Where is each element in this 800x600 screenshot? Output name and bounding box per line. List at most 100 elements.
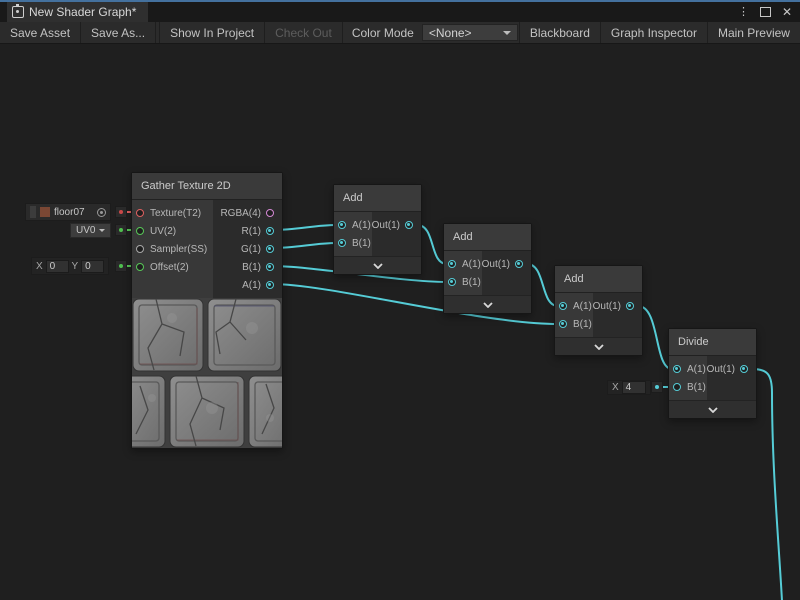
check-out-button: Check Out <box>265 22 343 43</box>
node-add-3-header[interactable]: Add <box>555 266 642 293</box>
save-as-button[interactable]: Save As... <box>81 22 156 43</box>
node-divide-collapse[interactable] <box>669 400 756 418</box>
port-add3-a-in[interactable] <box>559 302 567 310</box>
divide-b-input[interactable]: 4 <box>622 381 646 394</box>
port-g-out[interactable] <box>266 245 274 253</box>
color-mode-value: <None> <box>429 26 472 40</box>
input-row-texture: Texture(T2) <box>136 204 213 222</box>
node-add-3-title: Add <box>564 273 584 285</box>
texture-swatch <box>40 207 50 217</box>
node-add-1-collapse[interactable] <box>334 256 421 274</box>
color-mode-dropdown[interactable]: <None> <box>422 24 518 41</box>
port-divide-b-label: B(1) <box>687 382 706 393</box>
toolbar: Save Asset Save As... Show In Project Ch… <box>0 22 800 44</box>
offset-vector2-field: X 0 Y 0 <box>31 257 109 275</box>
texture-port-connector[interactable] <box>115 206 127 218</box>
port-add2-b-label: B(1) <box>462 277 481 288</box>
node-gather-header[interactable]: Gather Texture 2D <box>132 173 282 200</box>
title-bar: New Shader Graph* ⋮ ✕ <box>0 2 800 22</box>
blackboard-button[interactable]: Blackboard <box>519 22 600 43</box>
output-row-out: Out(1) <box>482 255 531 273</box>
port-add2-b-in[interactable] <box>448 278 456 286</box>
save-asset-button[interactable]: Save Asset <box>0 22 81 43</box>
port-add1-out[interactable] <box>405 221 413 229</box>
output-row-out: Out(1) <box>372 216 421 234</box>
show-in-project-button[interactable]: Show In Project <box>159 22 265 43</box>
offset-y-input[interactable]: 0 <box>81 260 104 273</box>
node-add-2-header[interactable]: Add <box>444 224 531 251</box>
port-add1-b-in[interactable] <box>338 239 346 247</box>
maximize-icon[interactable] <box>760 7 771 17</box>
node-gather-body: Texture(T2) UV(2) Sampler(SS) Offset(2) <box>132 200 282 298</box>
port-add3-b-in[interactable] <box>559 320 567 328</box>
color-mode-label: Color Mode <box>344 22 422 43</box>
port-sampler-label: Sampler(SS) <box>150 244 207 255</box>
divide-b-connector-dot <box>655 385 659 389</box>
node-divide[interactable]: Divide A(1) B(1) Out(1) <box>668 328 757 419</box>
output-row-out: Out(1) <box>593 297 642 315</box>
offset-x-input[interactable]: 0 <box>46 260 69 273</box>
node-add-3-outputs: Out(1) <box>593 293 642 337</box>
port-offset-in[interactable] <box>136 263 144 271</box>
input-row-a: A(1) <box>673 360 707 378</box>
port-add1-out-label: Out(1) <box>372 220 400 231</box>
input-row-b: B(1) <box>559 315 593 333</box>
node-add-1[interactable]: Add A(1) B(1) Out(1) <box>333 184 422 275</box>
port-add1-b-label: B(1) <box>352 238 371 249</box>
output-row-r: R(1) <box>213 222 282 240</box>
node-add-2-collapse[interactable] <box>444 295 531 313</box>
output-row-b: B(1) <box>213 258 282 276</box>
port-uv-label: UV(2) <box>150 226 176 237</box>
uv-channel-dropdown[interactable]: UV0 <box>70 223 111 238</box>
input-row-a: A(1) <box>338 216 372 234</box>
port-sampler-in[interactable] <box>136 245 144 253</box>
port-divide-a-in[interactable] <box>673 365 681 373</box>
texture-object-field[interactable]: floor07 <box>25 203 111 221</box>
port-rgba-out[interactable] <box>266 209 274 217</box>
offset-x-label: X <box>36 261 43 272</box>
port-texture-in[interactable] <box>136 209 144 217</box>
object-picker-icon[interactable] <box>97 208 106 217</box>
port-add2-out[interactable] <box>515 260 523 268</box>
node-add-2-outputs: Out(1) <box>482 251 531 295</box>
tab-new-shader-graph[interactable]: New Shader Graph* <box>7 2 148 22</box>
port-add3-out[interactable] <box>626 302 634 310</box>
port-divide-a-label: A(1) <box>687 364 706 375</box>
port-r-label: R(1) <box>242 226 261 237</box>
node-add-3-collapse[interactable] <box>555 337 642 355</box>
window-controls: ⋮ ✕ <box>738 2 792 22</box>
offset-port-connector[interactable] <box>115 260 127 272</box>
node-gather-texture-2d[interactable]: Gather Texture 2D Texture(T2) UV(2) Samp… <box>131 172 283 449</box>
port-add3-b-label: B(1) <box>573 319 592 330</box>
divide-b-port-connector[interactable] <box>651 381 663 393</box>
node-add-3[interactable]: Add A(1) B(1) Out(1) <box>554 265 643 356</box>
port-texture-label: Texture(T2) <box>150 208 201 219</box>
port-add3-out-label: Out(1) <box>593 301 621 312</box>
wire-add3-to-divide[interactable] <box>638 306 672 369</box>
texture-connector-dot <box>119 210 123 214</box>
port-divide-out[interactable] <box>740 365 748 373</box>
kebab-menu-icon[interactable]: ⋮ <box>738 7 749 18</box>
port-divide-b-in[interactable] <box>673 383 681 391</box>
node-add-1-header[interactable]: Add <box>334 185 421 212</box>
node-gather-title: Gather Texture 2D <box>141 180 231 192</box>
port-a-out[interactable] <box>266 281 274 289</box>
port-rgba-label: RGBA(4) <box>220 208 261 219</box>
port-r-out[interactable] <box>266 227 274 235</box>
chevron-down-icon <box>373 263 383 269</box>
input-row-a: A(1) <box>559 297 593 315</box>
close-icon[interactable]: ✕ <box>782 6 792 18</box>
uv-port-connector[interactable] <box>115 224 127 236</box>
node-divide-header[interactable]: Divide <box>669 329 756 356</box>
input-row-b: B(1) <box>673 378 707 396</box>
port-add1-a-in[interactable] <box>338 221 346 229</box>
port-add1-a-label: A(1) <box>352 220 371 231</box>
graph-inspector-button[interactable]: Graph Inspector <box>600 22 707 43</box>
node-add-1-outputs: Out(1) <box>372 212 421 256</box>
graph-canvas[interactable]: Gather Texture 2D Texture(T2) UV(2) Samp… <box>0 44 800 600</box>
port-uv-in[interactable] <box>136 227 144 235</box>
main-preview-button[interactable]: Main Preview <box>707 22 800 43</box>
node-add-2[interactable]: Add A(1) B(1) Out(1) <box>443 223 532 314</box>
port-add2-a-in[interactable] <box>448 260 456 268</box>
port-b-out[interactable] <box>266 263 274 271</box>
